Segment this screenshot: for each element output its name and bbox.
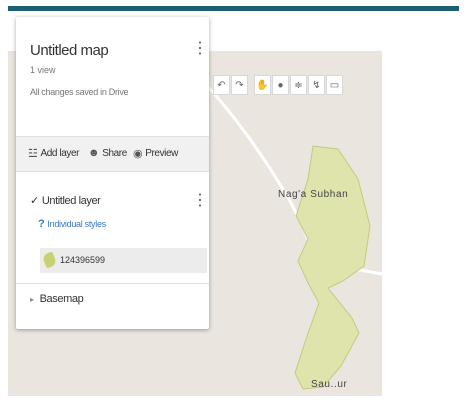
pan-hand-icon[interactable]: ✋	[254, 75, 271, 95]
divider	[16, 171, 209, 172]
basemap-label: Basemap	[39, 293, 84, 305]
panel-actions: ☳ Add layer ☻ Share ◉ Preview	[16, 137, 209, 171]
style-paint-icon: ?	[38, 218, 45, 230]
share-label: Share	[102, 147, 127, 159]
share-person-icon: ☻	[88, 147, 100, 159]
preview-label: Preview	[145, 148, 178, 159]
preview-button[interactable]: ◉ Preview	[133, 147, 178, 160]
layer-header[interactable]: ✓ Untitled layer	[30, 194, 101, 208]
expand-arrow-icon: ▸	[30, 294, 34, 304]
save-status: All changes saved in Drive	[30, 87, 129, 97]
map-place-label: Sau..ur	[311, 379, 348, 390]
map-title[interactable]: Untitled map	[30, 42, 109, 59]
layer-checkbox-icon[interactable]: ✓	[30, 194, 39, 207]
kebab-menu-icon[interactable]: ⋮	[192, 41, 208, 57]
add-layer-icon: ☳	[28, 148, 38, 160]
feature-name: 124396599	[60, 255, 106, 265]
app-window: Nag'a Subhan Sau..ur ↶ ↷ ✋ ● ≑ ↯ ▭ Untit…	[8, 6, 459, 396]
directions-icon[interactable]: ↯	[308, 75, 325, 95]
draw-line-icon[interactable]: ≑	[290, 75, 307, 95]
individual-styles-link[interactable]: ? Individual styles	[38, 218, 106, 230]
preview-eye-icon: ◉	[133, 148, 143, 160]
map-toolbar: ↶ ↷ ✋ ● ≑ ↯ ▭	[213, 75, 344, 95]
map-place-label: Nag'a Subhan	[278, 189, 349, 200]
redo-icon[interactable]: ↷	[231, 75, 248, 95]
styles-label: Individual styles	[47, 219, 106, 229]
ruler-icon[interactable]: ▭	[326, 75, 343, 95]
layer-kebab-menu-icon[interactable]: ⋮	[192, 193, 208, 209]
basemap-section[interactable]: ▸ Basemap	[30, 293, 84, 305]
add-layer-label: Add layer	[40, 148, 80, 159]
share-button[interactable]: ☻ Share	[88, 147, 127, 159]
divider	[16, 283, 209, 284]
layer-name: Untitled layer	[41, 194, 101, 207]
map-sidebar-panel: Untitled map 1 view All changes saved in…	[16, 17, 209, 329]
undo-icon[interactable]: ↶	[213, 75, 230, 95]
marker-icon[interactable]: ●	[272, 75, 289, 95]
area-polygon	[294, 145, 371, 390]
polygon-style-icon	[41, 251, 58, 269]
layer-feature-row[interactable]: 124396599	[40, 248, 207, 273]
add-layer-button[interactable]: ☳ Add layer	[28, 147, 80, 160]
view-count: 1 view	[30, 65, 56, 75]
